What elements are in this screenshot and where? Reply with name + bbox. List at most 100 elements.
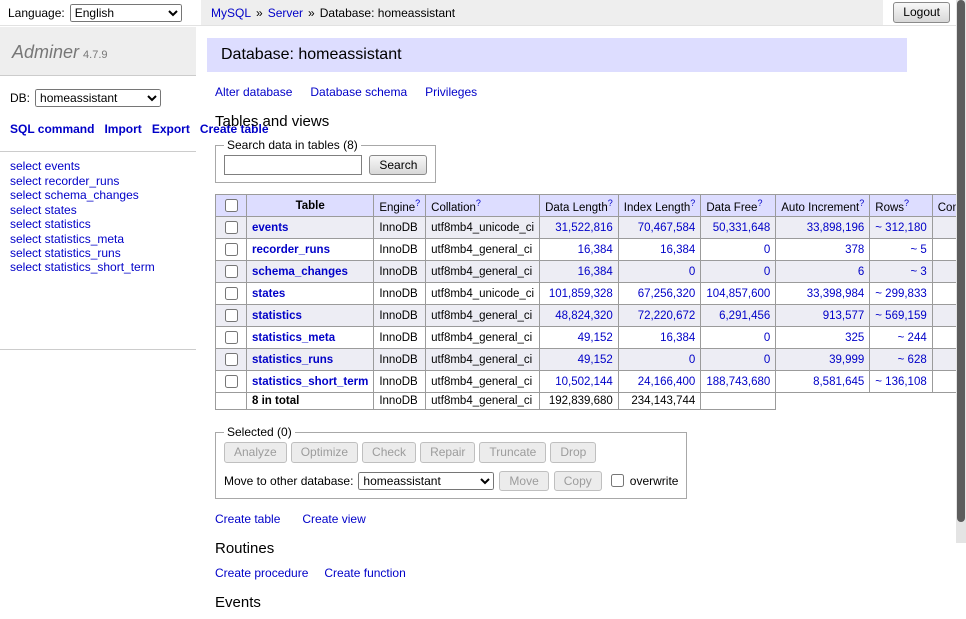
rows-count-link[interactable]: ~ 569,159: [875, 310, 926, 322]
routine-link[interactable]: Create procedure: [215, 566, 308, 580]
data-free-link[interactable]: 6,291,456: [719, 310, 770, 322]
sidebar-table-link[interactable]: select recorder_runs: [10, 175, 186, 188]
create-link[interactable]: Create table: [215, 512, 280, 526]
sidebar-menu-link[interactable]: Import: [104, 122, 141, 136]
create-link[interactable]: Create view: [302, 512, 365, 526]
data-free-link[interactable]: 0: [764, 354, 770, 366]
bulk-action-button[interactable]: Optimize: [291, 442, 358, 462]
select-all-checkbox[interactable]: [225, 199, 238, 212]
rows-count-link[interactable]: ~ 244: [898, 332, 927, 344]
auto-increment-link[interactable]: 325: [845, 332, 864, 344]
rows-count-link[interactable]: ~ 5: [910, 244, 926, 256]
help-link[interactable]: ?: [608, 198, 613, 208]
data-length-link[interactable]: 101,859,328: [549, 288, 613, 300]
search-input[interactable]: [224, 155, 362, 175]
rows-count-link[interactable]: ~ 299,833: [875, 288, 926, 300]
scrollbar-thumb[interactable]: [957, 0, 965, 522]
overwrite-checkbox[interactable]: [611, 474, 624, 487]
move-db-select[interactable]: homeassistant: [358, 472, 494, 490]
language-select[interactable]: English: [70, 4, 182, 22]
index-length-link[interactable]: 16,384: [660, 244, 695, 256]
rows-count-link[interactable]: ~ 628: [898, 354, 927, 366]
routine-link[interactable]: Create function: [324, 566, 405, 580]
scrollbar-track[interactable]: [956, 0, 966, 543]
db-select[interactable]: homeassistant: [35, 89, 161, 107]
data-length-link[interactable]: 16,384: [578, 266, 613, 278]
logout-button[interactable]: Logout: [893, 2, 950, 22]
auto-increment-link[interactable]: 39,999: [829, 354, 864, 366]
help-link[interactable]: ?: [415, 198, 420, 208]
row-checkbox[interactable]: [225, 287, 238, 300]
index-length-link[interactable]: 67,256,320: [638, 288, 696, 300]
index-length-link[interactable]: 70,467,584: [638, 222, 696, 234]
search-button[interactable]: Search: [369, 155, 427, 175]
help-link[interactable]: ?: [859, 198, 864, 208]
sidebar-table-link[interactable]: select statistics_short_term: [10, 261, 186, 274]
auto-increment-link[interactable]: 8,581,645: [813, 376, 864, 388]
auto-increment-link[interactable]: 378: [845, 244, 864, 256]
help-link[interactable]: ?: [690, 198, 695, 208]
db-action-link[interactable]: Privileges: [425, 85, 477, 99]
table-name-link[interactable]: statistics_short_term: [252, 376, 368, 388]
data-length-link[interactable]: 49,152: [578, 332, 613, 344]
help-link[interactable]: ?: [757, 198, 762, 208]
table-name-link[interactable]: events: [252, 222, 288, 234]
table-name-link[interactable]: statistics_runs: [252, 354, 333, 366]
index-length-link[interactable]: 16,384: [660, 332, 695, 344]
db-action-link[interactable]: Alter database: [215, 85, 292, 99]
rows-count-link[interactable]: ~ 136,108: [875, 376, 926, 388]
data-length-link[interactable]: 31,522,816: [555, 222, 613, 234]
sidebar-table-link[interactable]: select statistics_meta: [10, 233, 186, 246]
data-free-link[interactable]: 188,743,680: [706, 376, 770, 388]
bulk-action-button[interactable]: Drop: [550, 442, 596, 462]
data-free-link[interactable]: 0: [764, 266, 770, 278]
bulk-action-button[interactable]: Analyze: [224, 442, 287, 462]
sidebar-table-link[interactable]: select states: [10, 204, 186, 217]
help-link[interactable]: ?: [476, 198, 481, 208]
auto-increment-link[interactable]: 33,398,984: [807, 288, 865, 300]
index-length-link[interactable]: 0: [689, 266, 695, 278]
row-checkbox[interactable]: [225, 243, 238, 256]
sidebar-table-link[interactable]: select statistics: [10, 218, 186, 231]
bulk-action-button[interactable]: Repair: [420, 442, 475, 462]
table-name-link[interactable]: recorder_runs: [252, 244, 330, 256]
sidebar-menu-link[interactable]: Export: [152, 122, 190, 136]
sidebar-table-link[interactable]: select events: [10, 160, 186, 173]
auto-increment-link[interactable]: 6: [858, 266, 864, 278]
bulk-action-button[interactable]: Truncate: [479, 442, 546, 462]
index-length-link[interactable]: 24,166,400: [638, 376, 696, 388]
data-free-link[interactable]: 50,331,648: [713, 222, 771, 234]
index-length-link[interactable]: 0: [689, 354, 695, 366]
data-length-link[interactable]: 48,824,320: [555, 310, 613, 322]
table-name-link[interactable]: statistics_meta: [252, 332, 335, 344]
row-checkbox[interactable]: [225, 265, 238, 278]
index-length-link[interactable]: 72,220,672: [638, 310, 696, 322]
auto-increment-link[interactable]: 913,577: [823, 310, 865, 322]
table-name-link[interactable]: schema_changes: [252, 266, 348, 278]
breadcrumb-server-link[interactable]: Server: [268, 6, 303, 20]
row-checkbox[interactable]: [225, 375, 238, 388]
rows-count-link[interactable]: ~ 312,180: [875, 222, 926, 234]
bulk-action-button[interactable]: Check: [362, 442, 416, 462]
rows-count-link[interactable]: ~ 3: [910, 266, 926, 278]
row-checkbox[interactable]: [225, 331, 238, 344]
auto-increment-link[interactable]: 33,898,196: [807, 222, 865, 234]
move-button[interactable]: Move: [499, 471, 548, 491]
breadcrumb-mysql-link[interactable]: MySQL: [211, 6, 251, 20]
help-link[interactable]: ?: [904, 198, 909, 208]
data-free-link[interactable]: 104,857,600: [706, 288, 770, 300]
adminer-logo[interactable]: Adminer: [12, 42, 79, 62]
row-checkbox[interactable]: [225, 309, 238, 322]
sidebar-menu-link[interactable]: SQL command: [10, 122, 94, 136]
adminer-version[interactable]: 4.7.9: [83, 49, 107, 61]
table-name-link[interactable]: statistics: [252, 310, 302, 322]
data-free-link[interactable]: 0: [764, 332, 770, 344]
data-length-link[interactable]: 16,384: [578, 244, 613, 256]
sidebar-table-link[interactable]: select statistics_runs: [10, 247, 186, 260]
row-checkbox[interactable]: [225, 221, 238, 234]
copy-button[interactable]: Copy: [554, 471, 602, 491]
data-length-link[interactable]: 10,502,144: [555, 376, 613, 388]
db-action-link[interactable]: Database schema: [310, 85, 407, 99]
sidebar-table-link[interactable]: select schema_changes: [10, 189, 186, 202]
table-name-link[interactable]: states: [252, 288, 285, 300]
